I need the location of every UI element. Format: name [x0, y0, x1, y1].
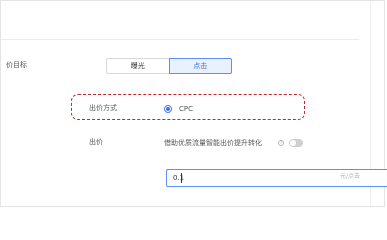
bid-label: 出价: [89, 138, 103, 146]
radio-selected-dot: [166, 107, 170, 111]
goal-segmented-control: 曝光 点击: [106, 58, 232, 74]
bid-unit-suffix: 元/点击: [340, 173, 361, 180]
toggle-knob: [290, 140, 296, 146]
question-circle-icon[interactable]: ?: [278, 140, 284, 146]
text-caret: [181, 173, 182, 183]
cpc-radio-label[interactable]: CPC: [179, 104, 193, 114]
goal-option-impression[interactable]: 曝光: [106, 58, 169, 74]
goal-option-click[interactable]: 点击: [168, 58, 232, 74]
bid-method-label: 出价方式: [89, 104, 117, 112]
settings-panel: 价目标 曝光 点击 出价方式 CPC 出价 借助优质流量智能出价提升转化 ? 0…: [0, 0, 387, 208]
smart-bid-toggle[interactable]: [289, 139, 303, 147]
section-divider: [1, 39, 359, 40]
goal-label: 价目标: [6, 61, 27, 69]
bid-amount-value: 0.1: [173, 174, 185, 182]
smart-bid-label: 借助优质流量智能出价提升转化: [164, 139, 262, 147]
cpc-radio[interactable]: [164, 105, 172, 113]
